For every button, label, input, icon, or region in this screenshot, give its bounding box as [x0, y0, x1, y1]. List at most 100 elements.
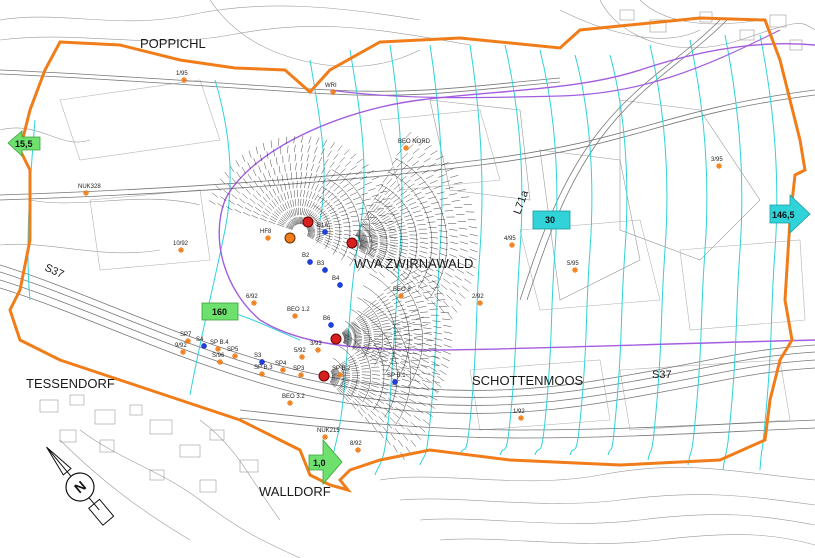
field-boundaries: [59, 79, 806, 431]
well-icon: [217, 359, 223, 365]
pumping-well: [330, 333, 342, 345]
well-label: S4: [196, 337, 204, 343]
map-canvas: 15,5 146,5 1,0 160 30 1/95 WRI BEO NORD 3/9…: [0, 0, 815, 558]
well-marker: 6/92: [246, 294, 258, 306]
well-label: BEO 1.2: [287, 307, 310, 313]
head-box-160: 160: [201, 302, 239, 321]
model-boundary: [8, 16, 807, 493]
road-label-l71a: L71a: [512, 188, 532, 216]
well-label: 9/92: [175, 343, 187, 349]
well-icon: [716, 163, 722, 169]
well-marker: 1/95: [176, 71, 188, 83]
well-label: B1A: [317, 223, 328, 229]
head-value-160: 160: [212, 307, 227, 317]
well-marker: 2/92: [472, 294, 484, 306]
well-label: HF8: [260, 229, 272, 235]
well-marker: BEO 1.2: [287, 307, 310, 319]
place-wva-zwirnawald: WVA ZWIRNAWALD: [354, 256, 473, 271]
well-label: BEO 3.2: [282, 394, 305, 400]
well-label: NUK328: [78, 184, 101, 190]
groundwater-map: 15,5 146,5 1,0 160 30 1/95 WRI BEO NORD 3/9…: [0, 0, 815, 558]
well-label: 1/92: [513, 409, 525, 415]
well-label: 2/92: [472, 294, 484, 300]
road-label-s37-east: S37: [652, 369, 672, 381]
well-icon: [398, 293, 404, 299]
well-marker: 5/95: [567, 261, 579, 273]
well-icon: [287, 400, 293, 406]
well-marker: B6: [323, 316, 334, 328]
well-label: SP7: [180, 332, 192, 338]
pumping-well: [302, 216, 314, 228]
well-marker: B3: [317, 261, 328, 273]
well-icon: [178, 247, 184, 253]
well-marker: WRI: [325, 83, 337, 95]
well-label: S3: [254, 353, 262, 359]
well-marker: BEO 8: [393, 287, 411, 299]
well-marker: 3/93: [310, 341, 322, 353]
well-icon: [83, 190, 89, 196]
well-label: SP4: [275, 361, 287, 367]
place-schottenmoos: SCHOTTENMOOS: [472, 373, 584, 388]
well-label: 10/92: [173, 241, 189, 247]
well-icon: [307, 259, 313, 265]
well-label: 4/95: [504, 236, 516, 242]
well-label: SP B.4: [210, 340, 229, 346]
well-marker: B2: [302, 253, 313, 265]
well-marker: HF8: [260, 229, 272, 241]
well-label: B6: [323, 316, 331, 322]
well-label: SP B.2: [332, 366, 351, 372]
well-marker: 4/95: [504, 236, 516, 248]
road-label-s37-west: S37: [43, 262, 66, 281]
well-label: 1/95: [176, 71, 188, 77]
well-label: 5/92: [294, 348, 306, 354]
well-label: SP5: [227, 347, 239, 353]
well-label: 5/95: [567, 261, 579, 267]
well-label: B4: [332, 276, 340, 282]
well-icon: [337, 372, 343, 378]
well-label: 3/93: [310, 341, 322, 347]
well-marker: SP B.1: [387, 373, 406, 385]
well-label: BEO 8: [393, 287, 411, 293]
pumping-well: [346, 237, 358, 249]
well-label: BEO NORD: [398, 139, 431, 145]
head-value-east: 146,5: [772, 210, 795, 220]
head-value-30: 30: [545, 215, 555, 225]
well-marker: B4: [332, 276, 343, 288]
groundwater-isolines: [27, 34, 778, 476]
well-marker: 10/92: [173, 241, 189, 253]
well-icon: [509, 242, 515, 248]
well-icon: [292, 313, 298, 319]
well-icon: [251, 300, 257, 306]
place-walldorf: WALLDORF: [259, 484, 331, 499]
well-label: WRI: [325, 83, 337, 89]
well-marker: 8/92: [350, 441, 362, 453]
well-icon: [477, 300, 483, 306]
well-icon: [315, 347, 321, 353]
well-icon: [355, 447, 361, 453]
well-icon: [403, 145, 409, 151]
well-label: NUK215: [317, 428, 340, 434]
well-icon: [322, 229, 328, 235]
well-label: SP B.1: [387, 373, 406, 379]
well-icon: [572, 267, 578, 273]
well-label: 3/95: [711, 157, 723, 163]
well-marker: SP B.3: [254, 365, 273, 377]
well-icon: [518, 415, 524, 421]
well-icon: [322, 267, 328, 273]
pumping-well: [284, 232, 296, 244]
well-label: 6/92: [246, 294, 258, 300]
well-icon: [299, 354, 305, 360]
well-marker: 1/92: [513, 409, 525, 421]
well-marker: BEO 3.2: [282, 394, 305, 406]
well-marker: NUK328: [78, 184, 101, 196]
place-tessendorf: TESSENDORF: [26, 376, 115, 391]
pumping-well: [318, 370, 330, 382]
head-value-west: 15,5: [15, 139, 33, 149]
head-value-south: 1,0: [313, 458, 326, 468]
well-label: B3: [317, 261, 325, 267]
well-label: SP3: [293, 366, 305, 372]
well-marker: 3/95: [711, 157, 723, 169]
pumping-wells: [284, 216, 358, 382]
well-label: S/96: [212, 353, 225, 359]
well-icon: [328, 322, 334, 328]
